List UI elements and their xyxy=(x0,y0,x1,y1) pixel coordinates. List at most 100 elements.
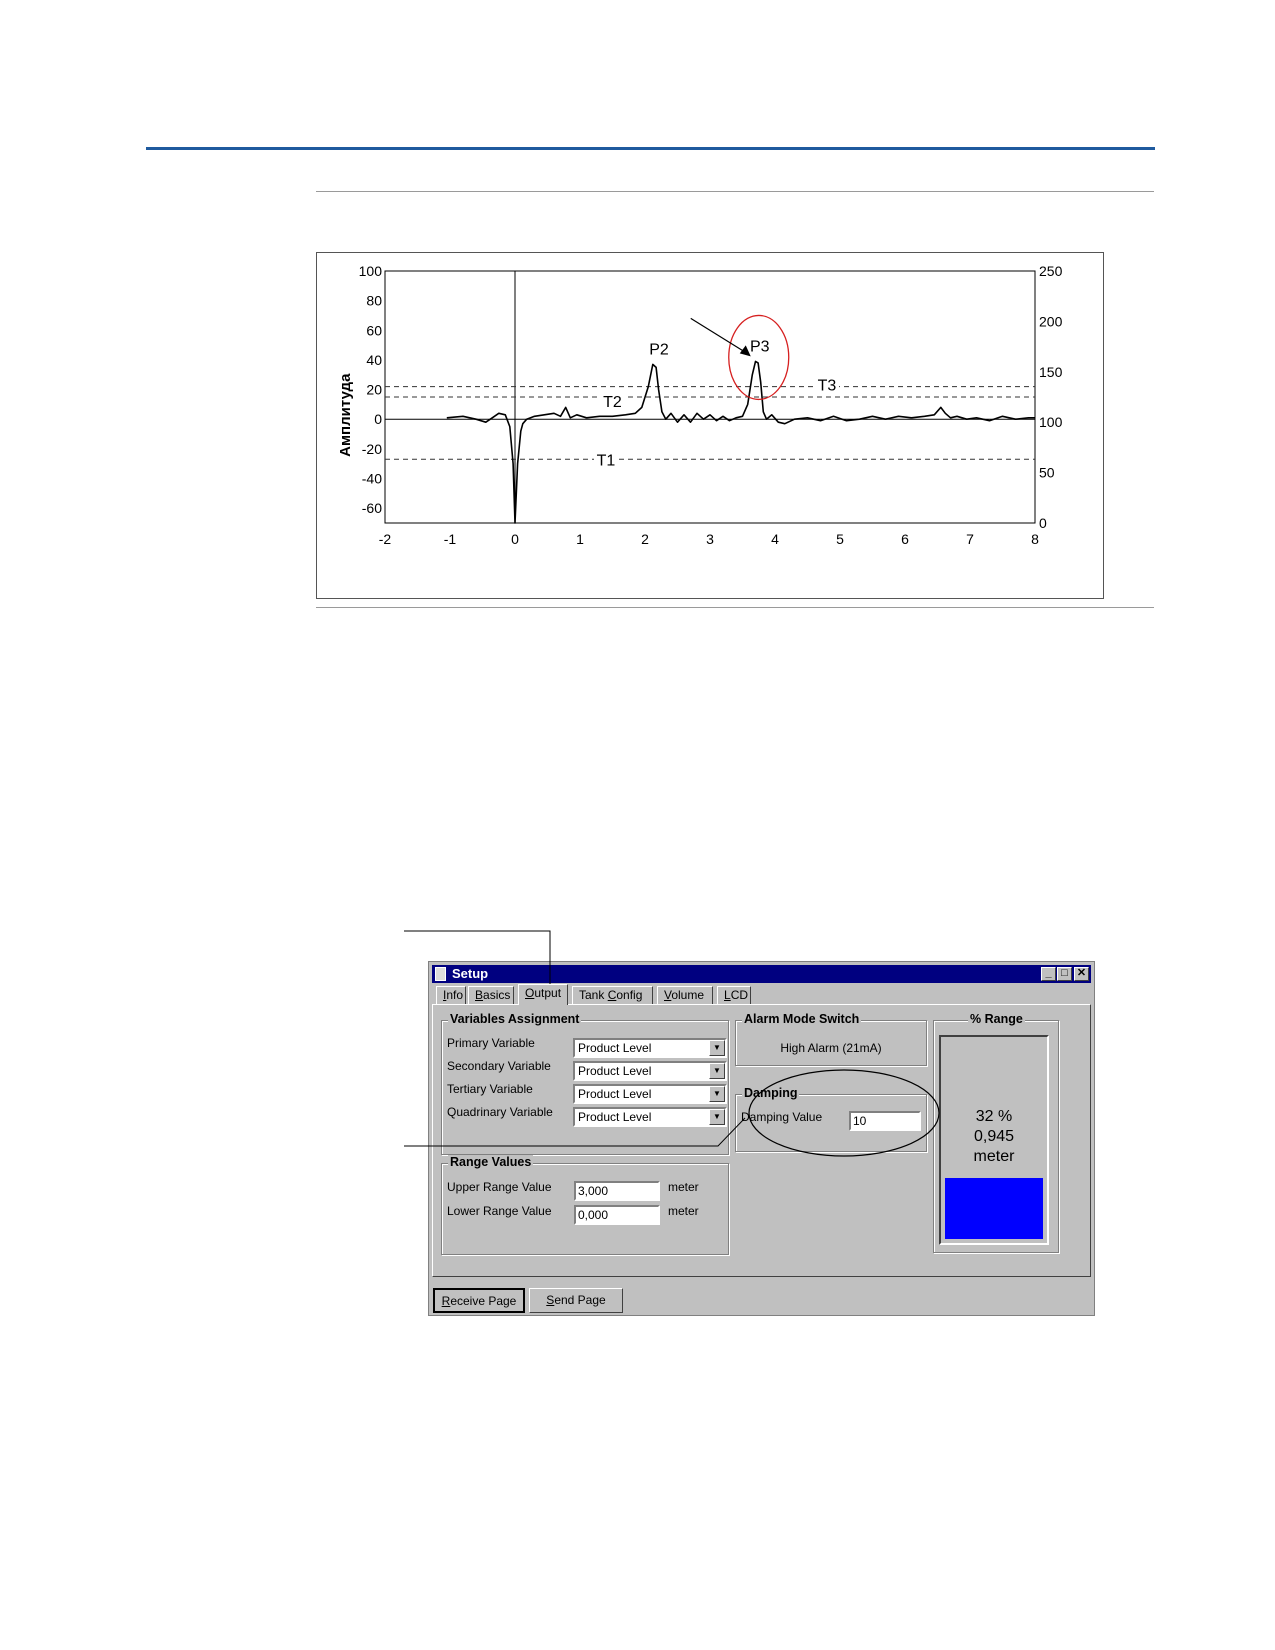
receive-page-button[interactable]: Receive Page xyxy=(433,1288,525,1313)
receive-page-label: eceive Page xyxy=(450,1294,517,1308)
threshold-label-t3: T3 xyxy=(818,378,837,395)
y-tick-label: -20 xyxy=(362,441,382,457)
variables-assignment-group: Variables Assignment Primary Variable Pro… xyxy=(441,1012,729,1155)
figure-bottom-rule xyxy=(316,607,1154,608)
minimize-icon: _ xyxy=(1045,967,1052,979)
y-tick-label: 40 xyxy=(366,352,382,368)
x-tick-label: 4 xyxy=(771,531,779,547)
dropdown-arrow-icon[interactable]: ▼ xyxy=(709,1109,725,1125)
y-tick-label: -60 xyxy=(362,500,382,516)
x-tick-label: 2 xyxy=(641,531,649,547)
dropdown-arrow-icon[interactable]: ▼ xyxy=(709,1063,725,1079)
callout-overlay xyxy=(404,930,940,1157)
y2-tick-label: 200 xyxy=(1039,313,1063,329)
variable-label: Quadrinary Variable xyxy=(447,1105,553,1119)
figure-top-rule xyxy=(316,191,1154,192)
echo-curve-chart: T1T2T3-2 -1 0 1 2 3 4 5 6 7 8100806040200-20-40-60… xyxy=(337,263,1063,547)
tab-lcd[interactable]: LCD xyxy=(717,986,751,1004)
setup-window: Setup _ □ ✕ Info Basics Output Tank Config V… xyxy=(428,961,1095,1316)
y-tick-label: 80 xyxy=(366,293,382,309)
tab-mnemonic: L xyxy=(724,988,731,1002)
y-tick-label: 20 xyxy=(366,382,382,398)
x-tick-label: 3 xyxy=(706,531,714,547)
y2-tick-label: 250 xyxy=(1039,263,1063,279)
threshold-label-t1: T1 xyxy=(597,452,616,469)
lower-range-label: Lower Range Value xyxy=(447,1204,552,1218)
peak-label-p2: P2 xyxy=(649,341,669,358)
close-icon: ✕ xyxy=(1076,967,1087,979)
window-title: Setup xyxy=(452,966,489,981)
tab-output[interactable]: Output xyxy=(518,984,568,1005)
threshold-label-t2: T2 xyxy=(603,394,622,411)
percent-range-bar-track xyxy=(945,1069,1043,1239)
percent-range-bar xyxy=(945,1177,1043,1239)
variable-select-value: Product Level xyxy=(578,1087,652,1101)
tab-mnemonic: B xyxy=(475,988,484,1002)
send-page-button[interactable]: Send Page xyxy=(529,1288,623,1313)
lower-range-unit: meter xyxy=(668,1204,699,1218)
window-titlebar[interactable]: Setup _ □ ✕ xyxy=(432,965,1091,983)
variable-label: Tertiary Variable xyxy=(447,1082,533,1096)
y-tick-label: 60 xyxy=(366,322,382,338)
tab-label-rest: utput xyxy=(534,986,562,1000)
y-axis-label: Амплитуда xyxy=(337,373,354,457)
minimize-button[interactable]: _ xyxy=(1041,967,1056,981)
variable-select[interactable]: Product Level ▼ xyxy=(573,1038,727,1058)
tab-label-rest: onfig xyxy=(616,988,643,1002)
variable-select-value: Product Level xyxy=(578,1064,652,1078)
echo-curve-figure: T1 T2 T3 -2 -1 0 1 2 3 4 5 6 7 8 100 80 60 40 20 0 -20 -40 -60… xyxy=(316,252,1104,599)
tab-volume[interactable]: Volume xyxy=(657,986,713,1004)
alarm-mode-value: High Alarm (21mA) xyxy=(780,1041,882,1055)
damping-group: Damping Damping Value 10 xyxy=(735,1086,927,1152)
x-tick-label: -1 xyxy=(444,531,457,547)
header-rule xyxy=(146,147,1155,150)
range-values-title: Range Values xyxy=(448,1155,534,1169)
echo-curve-line xyxy=(446,360,1035,524)
dropdown-arrow-icon[interactable]: ▼ xyxy=(709,1040,725,1056)
variable-select[interactable]: Product Level ▼ xyxy=(573,1107,727,1127)
y-tick-label: 0 xyxy=(374,411,382,427)
variables-assignment-title: Variables Assignment xyxy=(448,1012,582,1026)
y2-tick-label: 100 xyxy=(1039,414,1063,430)
variable-select[interactable]: Product Level ▼ xyxy=(573,1061,727,1081)
x-tick-label: 5 xyxy=(836,531,844,547)
x-tick-label: 1 xyxy=(576,531,584,547)
alarm-mode-title: Alarm Mode Switch xyxy=(742,1012,862,1026)
variable-label: Secondary Variable xyxy=(447,1059,551,1073)
tab-label-rest: asics xyxy=(483,988,511,1002)
y-tick-label: -40 xyxy=(362,471,382,487)
lower-range-input[interactable]: 0,000 xyxy=(574,1205,660,1225)
variable-select[interactable]: Product Level ▼ xyxy=(573,1084,727,1104)
y-tick-label: 100 xyxy=(359,263,383,279)
y2-tick-label: 0 xyxy=(1039,515,1047,531)
receive-page-mnemonic: R xyxy=(441,1294,451,1308)
alarm-mode-group: Alarm Mode Switch High Alarm (21mA) xyxy=(735,1012,927,1066)
upper-range-unit: meter xyxy=(668,1180,699,1194)
x-tick-label: 0 xyxy=(511,531,519,547)
variable-label: Primary Variable xyxy=(447,1036,535,1050)
percent-range-display: 32 % 0,945 meter xyxy=(939,1035,1049,1245)
percent-range-title: % Range xyxy=(968,1012,1025,1026)
dropdown-arrow-icon[interactable]: ▼ xyxy=(709,1086,725,1102)
tab-label-prefix: Tank xyxy=(579,988,608,1002)
tab-label-rest: CD xyxy=(730,988,749,1002)
upper-range-input[interactable]: 3,000 xyxy=(574,1181,660,1201)
tab-tank-config[interactable]: Tank Config xyxy=(572,986,653,1004)
maximize-button[interactable]: □ xyxy=(1057,967,1072,981)
x-tick-label: -2 xyxy=(379,531,392,547)
x-tick-label: 7 xyxy=(966,531,974,547)
damping-title: Damping xyxy=(742,1086,800,1100)
damping-value-input[interactable]: 10 xyxy=(849,1111,921,1131)
variable-select-value: Product Level xyxy=(578,1110,652,1124)
tab-basics[interactable]: Basics xyxy=(468,986,514,1004)
damping-value-label: Damping Value xyxy=(741,1110,823,1124)
window-app-icon xyxy=(435,967,446,981)
y2-tick-label: 50 xyxy=(1039,465,1055,481)
x-tick-label: 8 xyxy=(1031,531,1039,547)
send-page-label: end Page xyxy=(554,1293,606,1307)
close-button[interactable]: ✕ xyxy=(1074,967,1089,981)
tab-info[interactable]: Info xyxy=(436,986,466,1004)
tab-label-rest: nfo xyxy=(446,988,464,1002)
maximize-icon: □ xyxy=(1061,967,1068,979)
peak-label-p3: P3 xyxy=(750,338,770,355)
